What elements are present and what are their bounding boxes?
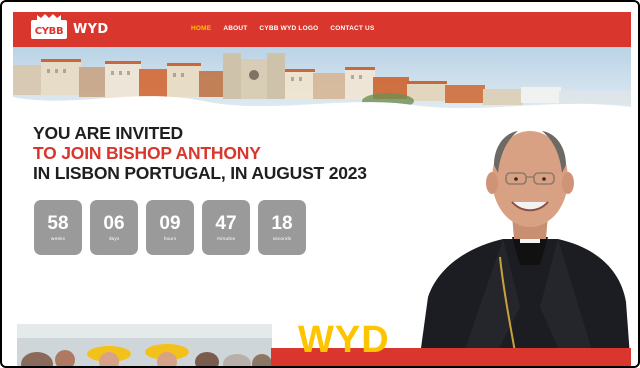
- hero-line-2: TO JOIN BISHOP ANTHONY: [33, 143, 261, 163]
- hero-line-3: IN LISBON PORTUGAL, IN AUGUST 2023: [33, 163, 367, 183]
- page: CYBB WYD HOME ABOUT CYBB WYD LOGO CONTAC…: [13, 12, 631, 366]
- crown-icon: [37, 14, 61, 21]
- bishop-portrait-image: [418, 131, 631, 366]
- countdown-value: 47: [215, 212, 237, 234]
- countdown-minutes: 47 minutes: [202, 200, 250, 255]
- countdown-timer: 58 weeks 06 days 09 hours 47 minutes 18 …: [34, 200, 306, 255]
- hero-headline: YOU ARE INVITED TO JOIN BISHOP ANTHONY I…: [33, 123, 367, 183]
- nav-item-home[interactable]: HOME: [191, 25, 211, 32]
- countdown-value: 09: [159, 212, 181, 234]
- countdown-unit: hours: [163, 236, 177, 242]
- browser-frame: CYBB WYD HOME ABOUT CYBB WYD LOGO CONTAC…: [0, 0, 640, 368]
- hero-line-1: YOU ARE INVITED: [33, 123, 183, 143]
- countdown-value: 58: [47, 212, 69, 234]
- countdown-unit: minutes: [216, 236, 236, 242]
- nav-item-contact-us[interactable]: CONTACT US: [330, 25, 374, 32]
- logo-text: WYD: [73, 22, 109, 37]
- top-navigation-bar: CYBB WYD HOME ABOUT CYBB WYD LOGO CONTAC…: [13, 12, 631, 47]
- countdown-unit: seconds: [272, 236, 292, 242]
- nav-item-cybb-wyd-logo[interactable]: CYBB WYD LOGO: [259, 25, 318, 32]
- countdown-value: 18: [271, 212, 293, 234]
- countdown-unit: weeks: [50, 236, 66, 242]
- nav-item-about[interactable]: ABOUT: [223, 25, 247, 32]
- wyd-banner-word: WYD: [298, 319, 390, 361]
- countdown-value: 06: [103, 212, 125, 234]
- countdown-seconds: 18 seconds: [258, 200, 306, 255]
- logo-mark: CYBB: [31, 14, 67, 39]
- countdown-days: 06 days: [90, 200, 138, 255]
- site-logo[interactable]: CYBB WYD: [31, 14, 109, 39]
- countdown-hours: 09 hours: [146, 200, 194, 255]
- pilgrims-photo-image: [17, 324, 272, 366]
- logo-mark-text: CYBB: [34, 26, 64, 37]
- main-nav: HOME ABOUT CYBB WYD LOGO CONTACT US: [191, 25, 375, 32]
- countdown-unit: days: [108, 236, 120, 242]
- countdown-weeks: 58 weeks: [34, 200, 82, 255]
